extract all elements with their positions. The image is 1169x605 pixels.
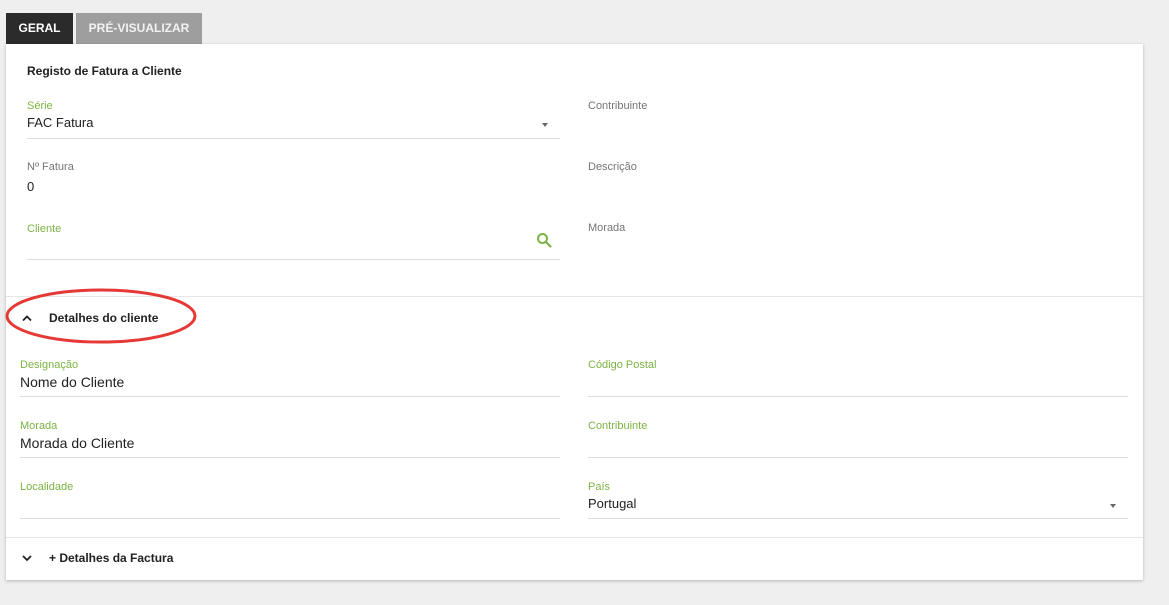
codigo-postal-label: Código Postal: [588, 359, 657, 371]
numero-fatura-field[interactable]: Nº Fatura 0: [27, 161, 560, 201]
client-details-title: Detalhes do cliente: [49, 311, 159, 325]
pais-select[interactable]: País Portugal: [588, 481, 1128, 519]
contribuinte-field: Contribuinte: [588, 100, 1121, 139]
serie-value: FAC Fatura: [27, 115, 94, 130]
cliente-underline: [27, 259, 560, 260]
codigo-postal-field[interactable]: Código Postal: [588, 359, 1128, 397]
invoice-details-header[interactable]: + Detalhes da Factura: [6, 538, 1143, 578]
search-icon[interactable]: [536, 232, 552, 248]
chevron-down-icon: [22, 555, 32, 562]
caret-down-icon: [542, 123, 548, 127]
designacao-label: Designação: [20, 359, 79, 371]
caret-down-icon: [1110, 504, 1116, 508]
section-divider: [6, 296, 1143, 297]
invoice-details-title: + Detalhes da Factura: [49, 551, 174, 565]
designacao-value: Nome do Cliente: [20, 374, 125, 390]
numero-fatura-value: 0: [27, 179, 35, 194]
serie-select[interactable]: Série FAC Fatura: [27, 100, 560, 139]
localidade-label: Localidade: [20, 481, 74, 493]
localidade-field[interactable]: Localidade: [20, 481, 560, 519]
designacao-underline: [20, 396, 560, 397]
page-title: Registo de Fatura a Cliente: [27, 64, 182, 78]
client-contribuinte-underline: [588, 457, 1128, 458]
numero-fatura-label: Nº Fatura: [27, 161, 74, 173]
client-contribuinte-field[interactable]: Contribuinte: [588, 420, 1128, 458]
pais-value: Portugal: [588, 496, 637, 511]
descricao-field: Descrição: [588, 161, 1121, 201]
tab-pre-visualizar[interactable]: PRÉ-VISUALIZAR: [76, 13, 202, 44]
pais-underline: [588, 518, 1128, 519]
serie-underline: [27, 138, 560, 139]
cliente-label: Cliente: [27, 223, 62, 235]
codigo-postal-underline: [588, 396, 1128, 397]
localidade-underline: [20, 518, 560, 519]
client-morada-label: Morada: [20, 420, 58, 432]
designacao-field[interactable]: Designação Nome do Cliente: [20, 359, 560, 397]
contribuinte-label: Contribuinte: [588, 100, 648, 112]
invoice-form-card: Registo de Fatura a Cliente Série FAC Fa…: [5, 44, 1143, 580]
chevron-up-icon: [22, 315, 32, 322]
client-details-header[interactable]: Detalhes do cliente: [6, 298, 1143, 338]
client-morada-underline: [20, 457, 560, 458]
pais-label: País: [588, 481, 611, 493]
cliente-search-field[interactable]: Cliente: [27, 223, 560, 260]
descricao-label: Descrição: [588, 161, 637, 173]
morada-field: Morada: [588, 222, 1121, 262]
client-morada-value: Morada do Cliente: [20, 435, 135, 451]
client-morada-field[interactable]: Morada Morada do Cliente: [20, 420, 560, 458]
tab-bar: GERAL PRÉ-VISUALIZAR: [6, 13, 202, 44]
morada-label: Morada: [588, 222, 626, 234]
tab-geral[interactable]: GERAL: [6, 13, 73, 44]
serie-label: Série: [27, 100, 53, 112]
client-contribuinte-label: Contribuinte: [588, 420, 648, 432]
